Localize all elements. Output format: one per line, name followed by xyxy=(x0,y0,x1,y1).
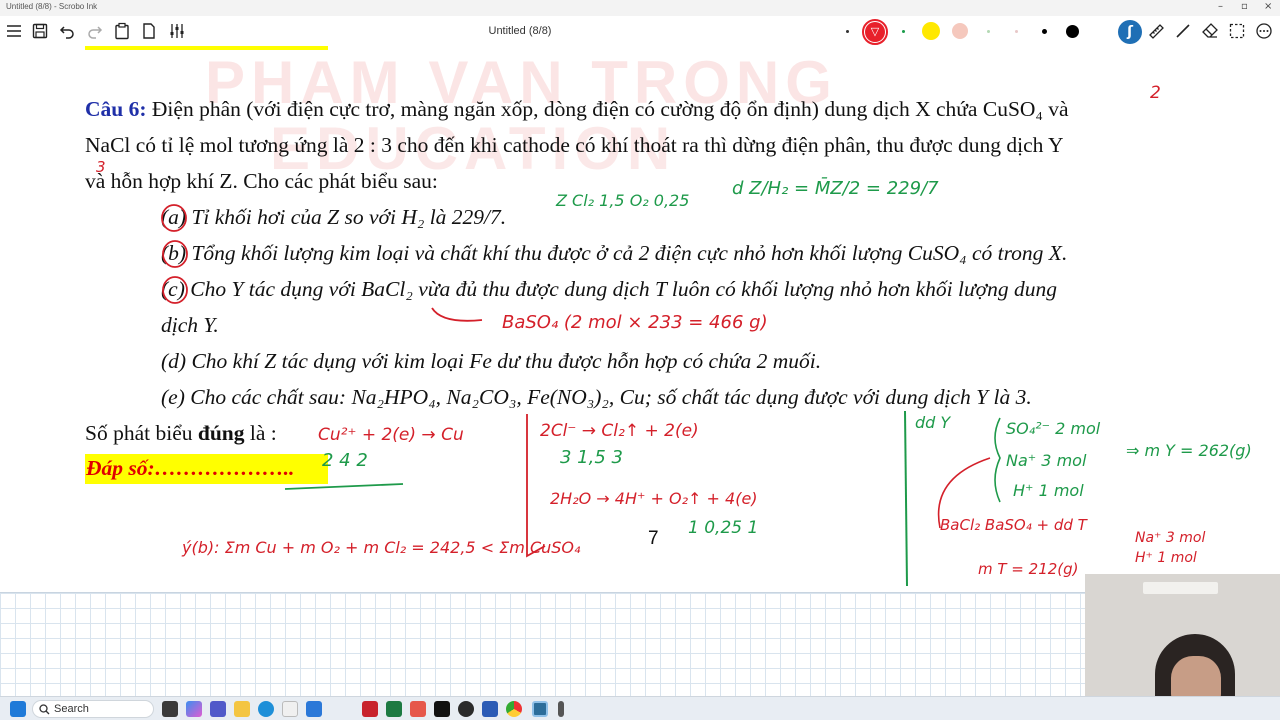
photos-icon[interactable] xyxy=(306,701,322,717)
circle-mark-b xyxy=(162,240,188,268)
ink-check-b: ý(b): Σm Cu + m O₂ + m Cl₂ = 242,5 < Σm … xyxy=(181,538,581,557)
files-icon[interactable] xyxy=(234,701,250,717)
task-view-icon[interactable] xyxy=(162,701,178,717)
clipboard-icon[interactable] xyxy=(111,20,133,42)
ink-h2o-eq: 2H₂O → 4H⁺ + O₂↑ + 4(e) xyxy=(550,489,758,508)
ink-bacl2: BaCl₂ BaSO₄ + dd T xyxy=(940,516,1089,534)
start-icon[interactable] xyxy=(10,701,26,717)
search-input[interactable]: Search xyxy=(32,700,154,718)
canvas-page[interactable]: PHAM VAN TRONG EDUCATION Câu 6: Điện phâ… xyxy=(0,46,1280,592)
ink-cl-nums: 3 1,5 3 xyxy=(560,447,623,468)
eraser-icon[interactable] xyxy=(1199,20,1221,42)
ink-ddy-ion-1: SO₄²⁻ 2 mol xyxy=(1006,419,1101,438)
pen-size-small-icon[interactable] xyxy=(846,30,849,33)
document-title: Untitled (8/8) xyxy=(488,25,552,37)
close-icon[interactable]: × xyxy=(1264,1,1272,12)
ink-cl-eq: 2Cl⁻ → Cl₂↑ + 2(e) xyxy=(540,421,699,441)
pen-red-selected[interactable]: ▽ xyxy=(862,19,888,45)
pen-tool-icon[interactable]: ʃ xyxy=(1118,20,1142,44)
save-icon[interactable] xyxy=(29,20,51,42)
scrobo-icon[interactable] xyxy=(532,701,548,717)
ink-my: ⇒ m Y = 262(g) xyxy=(1126,441,1252,460)
obs-icon[interactable] xyxy=(458,701,474,717)
pen-lightgreen-icon[interactable] xyxy=(987,30,990,33)
redo-icon[interactable] xyxy=(84,20,106,42)
minimize-icon[interactable]: – xyxy=(1218,1,1223,12)
paint-icon[interactable] xyxy=(410,701,426,717)
pen-green-small-icon[interactable] xyxy=(902,30,905,33)
sliders-icon[interactable] xyxy=(166,20,188,42)
more-icon[interactable] xyxy=(1253,20,1275,42)
pdf-icon[interactable] xyxy=(362,701,378,717)
ink-baso4: BaSO₄ (2 mol × 233 = 466 g) xyxy=(502,312,768,333)
pen-red-icon: ▽ xyxy=(865,22,885,42)
word-icon[interactable] xyxy=(482,701,498,717)
pen-pink-icon[interactable] xyxy=(952,23,968,39)
ink-z-gas: Z Cl₂ 1,5 O₂ 0,25 xyxy=(555,191,689,210)
search-icon xyxy=(39,704,50,715)
line-icon[interactable] xyxy=(1172,20,1194,42)
toolbar: Untitled (8/8) ▽ ʃ xyxy=(0,16,1280,46)
ink-overlay: 2 3 Z Cl₂ 1,5 O₂ 0,25 d Z/H₂ = M̄Z/2 = 2… xyxy=(96,83,1252,587)
ruler-icon[interactable] xyxy=(1145,20,1167,42)
search-placeholder: Search xyxy=(54,703,89,715)
teams-icon[interactable] xyxy=(210,701,226,717)
ink-ddy-brace xyxy=(994,417,1001,503)
menu-icon[interactable] xyxy=(3,20,25,42)
ink-mt: m T = 212(g) xyxy=(978,560,1079,578)
chrome-icon[interactable] xyxy=(506,701,522,717)
ink-arrow-baso4 xyxy=(431,307,483,322)
edge-icon[interactable] xyxy=(258,701,274,717)
pen-black-small-icon[interactable] xyxy=(1042,29,1047,34)
pen-lightpink-icon[interactable] xyxy=(1015,30,1018,33)
circle-mark-a xyxy=(161,204,187,232)
pen-yellow-icon[interactable] xyxy=(922,22,940,40)
maximize-icon[interactable]: ▫ xyxy=(1241,1,1248,12)
ink-h2o-nums: 1 0,25 1 xyxy=(688,518,758,538)
ink-ddy-ion-3: H⁺ 1 mol xyxy=(1013,481,1084,500)
circle-mark-c xyxy=(162,276,188,304)
undo-icon[interactable] xyxy=(56,20,78,42)
ink-density: d Z/H₂ = M̄Z/2 = 229/7 xyxy=(732,177,939,199)
ink-ddy-ion-2: Na⁺ 3 mol xyxy=(1006,451,1087,470)
ink-cu-nums: 2 4 2 xyxy=(322,450,368,471)
title-bar: Untitled (8/8) - Scrobo Ink – ▫ × xyxy=(0,0,1280,16)
pen-black-large-icon[interactable] xyxy=(1066,25,1079,38)
copilot-icon[interactable] xyxy=(186,701,202,717)
ink-ddt-ion-2: H⁺ 1 mol xyxy=(1135,550,1197,566)
ink-divider xyxy=(904,410,908,587)
webcam-ac-unit xyxy=(1143,582,1218,594)
ink-ddy: dd Y xyxy=(915,413,951,432)
ink-na-ratio: 3 xyxy=(96,158,106,176)
ink-cu-eq: Cu²⁺ + 2(e) → Cu xyxy=(318,425,464,445)
more-apps-icon[interactable] xyxy=(558,701,564,717)
page-icon[interactable] xyxy=(138,20,160,42)
taskbar: Search xyxy=(0,696,1280,720)
capcut-icon[interactable] xyxy=(434,701,450,717)
window-title: Untitled (8/8) - Scrobo Ink xyxy=(6,2,98,11)
ink-underline xyxy=(284,483,404,490)
ink-cu-ratio: 2 xyxy=(1150,83,1161,103)
lasso-icon[interactable] xyxy=(1226,20,1248,42)
zoho-icon[interactable] xyxy=(282,701,298,717)
ink-ddt-ion-1: Na⁺ 3 mol xyxy=(1135,530,1205,546)
excel-icon[interactable] xyxy=(386,701,402,717)
